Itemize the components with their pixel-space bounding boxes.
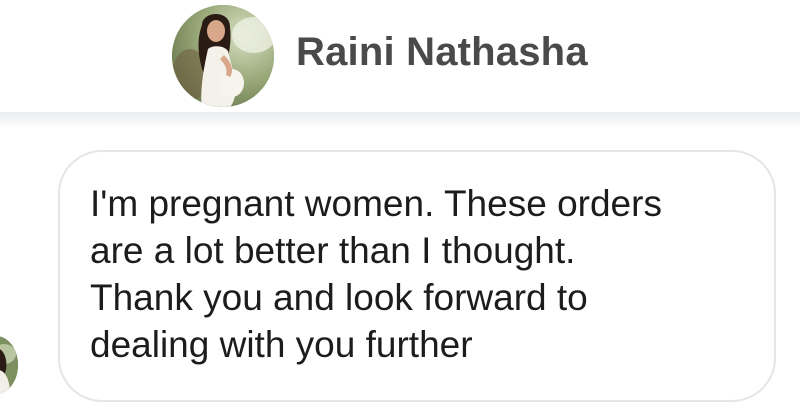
header-divider xyxy=(0,112,800,128)
message-line: dealing with you further xyxy=(90,324,473,365)
profile-photo-icon xyxy=(172,5,274,107)
contact-name: Raini Nathasha xyxy=(296,30,588,74)
sender-avatar[interactable] xyxy=(0,336,18,394)
contact-avatar[interactable] xyxy=(172,5,274,107)
profile-thumbnail-icon xyxy=(0,336,18,394)
message-line: Thank you and look forward to xyxy=(90,277,588,318)
message-thread: I'm pregnant women. These orders are a l… xyxy=(0,128,800,418)
message-line: are a lot better than I thought. xyxy=(90,230,576,271)
message-bubble[interactable]: I'm pregnant women. These orders are a l… xyxy=(58,150,776,402)
message-line: I'm pregnant women. These orders xyxy=(90,183,662,224)
chat-header: Raini Nathasha xyxy=(0,0,800,112)
